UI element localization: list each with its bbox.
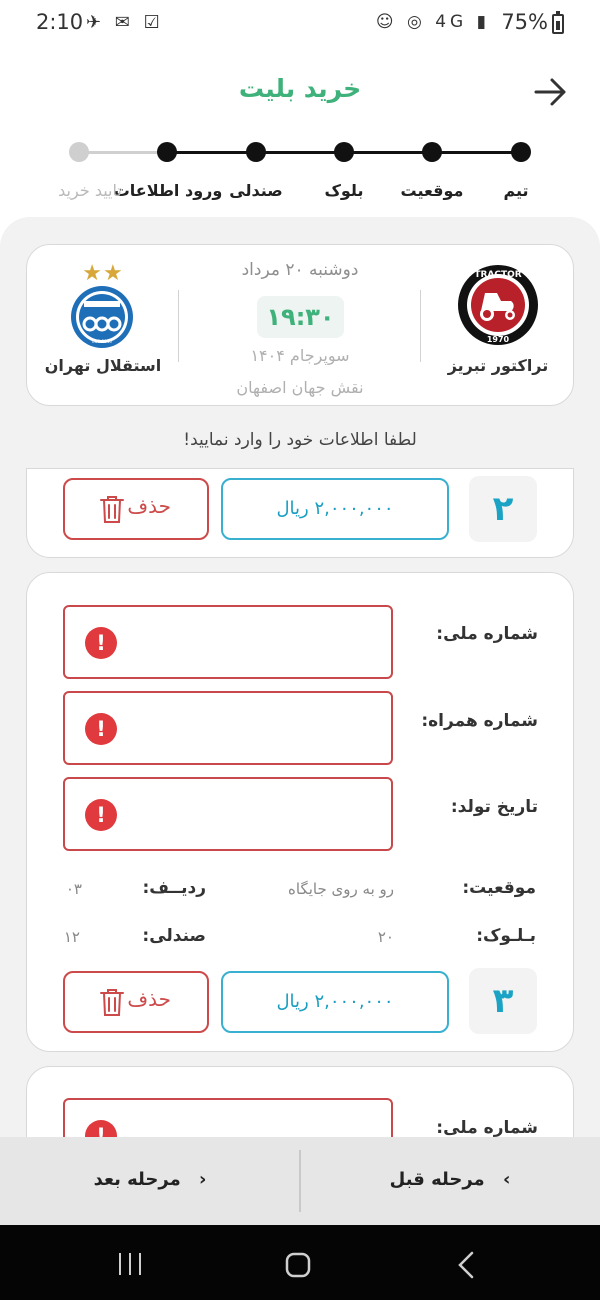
- instruction-text: لطفا اطلاعات خود را وارد نمایید!: [183, 430, 417, 450]
- match-time: ۱۹:۳۰: [257, 296, 344, 338]
- birthdate-input[interactable]: !: [63, 777, 393, 851]
- home-icon[interactable]: [284, 1251, 312, 1279]
- position-value: رو به روی جایگاه: [288, 880, 394, 898]
- match-venue: نقش جهان اصفهان: [236, 378, 364, 397]
- home-team-name: تراکتور تبریز: [447, 356, 549, 375]
- mobile-input[interactable]: !: [63, 691, 393, 765]
- delete-label: حذف: [127, 494, 171, 518]
- block-value: ۲۰: [377, 928, 394, 946]
- error-icon: !: [85, 713, 117, 745]
- back-arrow-icon[interactable]: [530, 72, 570, 112]
- stepper-dot-position: [422, 142, 442, 162]
- seat-value: ۱۲: [63, 928, 80, 946]
- chevron-left-icon: ‹: [502, 1169, 511, 1190]
- ticket-price-2: ۲,۰۰۰,۰۰۰ ریال: [221, 478, 449, 540]
- trash-icon: [100, 496, 124, 523]
- battery-icon: [552, 11, 564, 34]
- divider-right: [420, 290, 421, 362]
- error-icon: !: [85, 799, 117, 831]
- stepper-dot-confirm: [69, 142, 89, 162]
- national-id-label: شماره ملی:: [436, 624, 538, 644]
- national-id-label-4: شماره ملی:: [436, 1118, 538, 1138]
- tractor-logo-icon: TRACTOR 1970: [458, 265, 538, 345]
- away-team-name: استقلال تهران: [44, 356, 162, 375]
- prev-step-label: مرحله قبل: [389, 1169, 485, 1190]
- status-bar: 2:10 ✈ ✉ ☑ ☺ ◎ 4G ▮ 75%: [0, 0, 600, 48]
- esteghlal-logo-year: EST. 1945: [92, 339, 112, 344]
- national-id-input[interactable]: !: [63, 605, 393, 679]
- match-date: دوشنبه ۲۰ مرداد: [241, 260, 359, 280]
- battery-percentage: 75%: [501, 10, 548, 34]
- block-label: بـلـوک:: [476, 926, 536, 946]
- delete-ticket-2-button[interactable]: حذف: [63, 478, 209, 540]
- tractor-logo-top-text: TRACTOR: [474, 270, 521, 280]
- stepper-dot-block: [334, 142, 354, 162]
- error-icon: !: [85, 627, 117, 659]
- row-value: ۰۳: [65, 880, 82, 898]
- delete-label: حذف: [127, 987, 171, 1011]
- divider-left: [178, 290, 179, 362]
- tractor-logo-year: 1970: [487, 335, 510, 344]
- next-step-label: مرحله بعد: [93, 1169, 181, 1190]
- ticket-price-3: ۲,۰۰۰,۰۰۰ ریال: [221, 971, 449, 1033]
- stepper-pending-line: [80, 151, 168, 154]
- chevron-right-icon: ›: [199, 1169, 207, 1190]
- stepper-dot-team: [511, 142, 531, 162]
- bottom-nav-divider: [299, 1150, 301, 1212]
- system-navigation-bar: [0, 1225, 600, 1300]
- trash-icon: [100, 989, 124, 1016]
- champion-stars-icon: ★★: [82, 261, 124, 286]
- prev-step-button[interactable]: مرحله قبل ‹: [340, 1158, 560, 1202]
- system-back-icon[interactable]: [454, 1251, 478, 1279]
- match-competition: سوپرجام ۱۴۰۴: [250, 346, 350, 365]
- row-label: ردیــف:: [142, 878, 206, 898]
- ticket-number-2: ۲: [469, 476, 537, 542]
- ticket-card-2-top-edge: [26, 468, 574, 469]
- birthdate-label: تاریخ تولد:: [450, 797, 538, 817]
- signal-icons: ☺ ◎ 4G ▮: [375, 12, 490, 32]
- stepper-dot-seat: [246, 142, 266, 162]
- recent-apps-icon[interactable]: [116, 1251, 144, 1277]
- delete-ticket-3-button[interactable]: حذف: [63, 971, 209, 1033]
- status-time: 2:10: [36, 10, 84, 34]
- seat-label: صندلی:: [142, 926, 206, 946]
- esteghlal-logo-icon: EST. 1945: [71, 286, 133, 348]
- notification-icons: ✈ ✉ ☑: [86, 12, 164, 33]
- stepper-dot-info: [157, 142, 177, 162]
- position-label: موقعیت:: [462, 878, 536, 898]
- next-step-button[interactable]: مرحله بعد ›: [40, 1158, 260, 1202]
- page-title: خرید بلیت: [238, 74, 362, 103]
- mobile-label: شماره همراه:: [421, 711, 538, 731]
- step-label-confirm: تایید خرید: [58, 181, 122, 200]
- ticket-number-3: ۳: [469, 968, 537, 1034]
